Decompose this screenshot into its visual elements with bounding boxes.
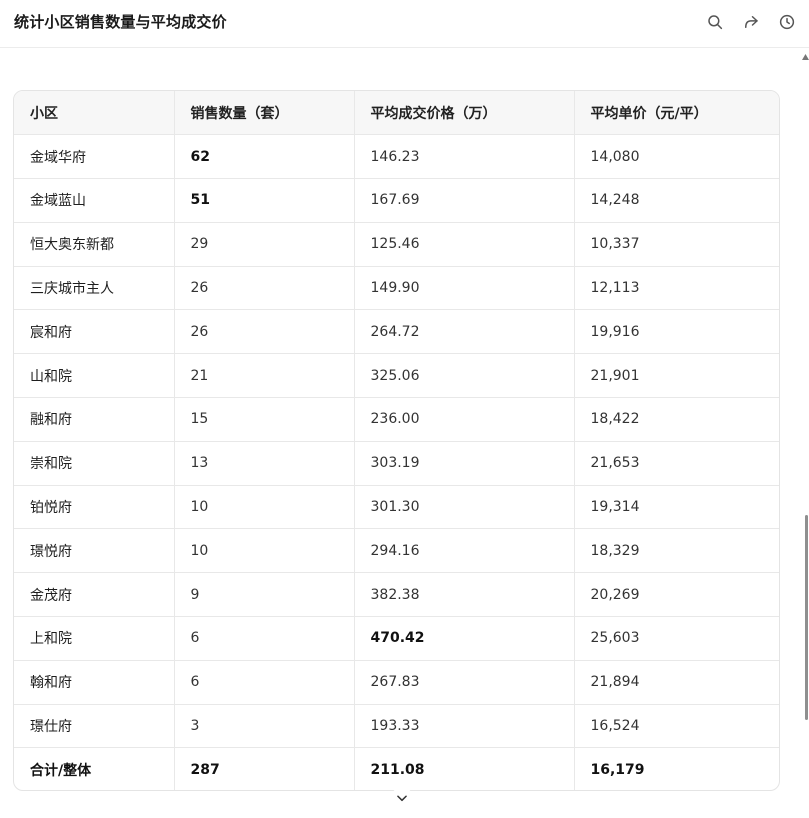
table-body: 金域华府 62 146.23 14,080 金域蓝山 51 167.69 14,248 恒大奥东… (14, 134, 779, 790)
table-row: 山和院 21 325.06 21,901 (14, 353, 779, 399)
table-cell-unit-price: 19,314 (574, 485, 779, 530)
table-cell-count: 10 (174, 528, 355, 574)
table-cell-unit-price: 12,113 (574, 266, 779, 311)
table-cell-unit-price: 14,080 (574, 134, 779, 180)
top-bar: 统计小区销售数量与平均成交价 (0, 0, 809, 48)
data-table-container: 小区 销售数量（套） 平均成交价格（万） 平均单价（元/平） 金域华府 62 146… (13, 90, 780, 791)
table-cell-unit-price: 14,248 (574, 178, 779, 223)
table-cell-unit-price: 18,329 (574, 528, 779, 574)
table-cell-name: 崇和院 (14, 441, 175, 486)
history-icon[interactable] (777, 12, 797, 32)
table-cell-avg-price: 294.16 (354, 528, 575, 574)
table-row: 金域华府 62 146.23 14,080 (14, 134, 779, 180)
table-cell-name: 宸和府 (14, 309, 175, 355)
table-cell-name: 三庆城市主人 (14, 266, 175, 311)
table-cell-unit-price: 21,653 (574, 441, 779, 486)
table-cell-name: 融和府 (14, 397, 175, 442)
table-cell-unit-price: 19,916 (574, 309, 779, 355)
table-cell-avg-price: 267.83 (354, 660, 575, 705)
table-cell-name: 山和院 (14, 353, 175, 399)
table-cell-unit-price: 10,337 (574, 222, 779, 267)
table-cell-count: 10 (174, 485, 355, 530)
table-row: 翰和府 6 267.83 21,894 (14, 660, 779, 705)
table-row: 金域蓝山 51 167.69 14,248 (14, 178, 779, 223)
table-cell-count: 62 (174, 134, 355, 180)
table-cell-name: 翰和府 (14, 660, 175, 705)
table-cell-unit-price: 21,894 (574, 660, 779, 705)
table-cell-avg-price: 125.46 (354, 222, 575, 267)
table-cell-name: 上和院 (14, 616, 175, 661)
table-cell-count: 3 (174, 704, 355, 749)
table-cell-unit-price: 20,269 (574, 572, 779, 618)
table-cell-avg-price: 167.69 (354, 178, 575, 223)
column-header: 平均单价（元/平） (574, 91, 779, 136)
total-cell-count: 287 (174, 747, 355, 790)
total-cell-name: 合计/整体 (14, 747, 175, 790)
table-cell-avg-price: 149.90 (354, 266, 575, 311)
table-cell-count: 6 (174, 616, 355, 661)
table-cell-name: 铂悦府 (14, 485, 175, 530)
expand-button[interactable] (391, 787, 413, 809)
scrollbar-thumb[interactable] (805, 515, 808, 720)
table-cell-name: 璟悦府 (14, 528, 175, 574)
table-header-row: 小区 销售数量（套） 平均成交价格（万） 平均单价（元/平） (14, 91, 779, 136)
chevron-down-icon (397, 795, 407, 802)
table-row: 崇和院 13 303.19 21,653 (14, 441, 779, 486)
table-cell-count: 21 (174, 353, 355, 399)
page-title: 统计小区销售数量与平均成交价 (14, 13, 227, 31)
table-total-row: 合计/整体 287 211.08 16,179 (14, 747, 779, 790)
table-cell-count: 6 (174, 660, 355, 705)
table-cell-count: 29 (174, 222, 355, 267)
table-cell-unit-price: 25,603 (574, 616, 779, 661)
table-row: 璟仕府 3 193.33 16,524 (14, 704, 779, 749)
table-cell-count: 13 (174, 441, 355, 486)
scrollbar-up-arrow[interactable] (802, 52, 809, 62)
table-row: 上和院 6 470.42 25,603 (14, 616, 779, 661)
table-cell-count: 9 (174, 572, 355, 618)
table-cell-count: 15 (174, 397, 355, 442)
table-cell-name: 璟仕府 (14, 704, 175, 749)
table-cell-avg-price: 146.23 (354, 134, 575, 180)
table-cell-unit-price: 16,524 (574, 704, 779, 749)
total-cell-avg-price: 211.08 (354, 747, 575, 790)
table-cell-avg-price: 301.30 (354, 485, 575, 530)
table-row: 三庆城市主人 26 149.90 12,113 (14, 266, 779, 311)
table-row: 铂悦府 10 301.30 19,314 (14, 485, 779, 530)
table-cell-count: 51 (174, 178, 355, 223)
table-cell-count: 26 (174, 309, 355, 355)
total-cell-unit-price: 16,179 (590, 762, 645, 779)
table-cell-avg-price: 193.33 (354, 704, 575, 749)
column-header: 销售数量（套） (174, 91, 355, 136)
share-icon[interactable] (741, 12, 761, 32)
table-cell-avg-price: 264.72 (354, 309, 575, 355)
table-row: 宸和府 26 264.72 19,916 (14, 309, 779, 355)
table-cell-name: 金域蓝山 (14, 178, 175, 223)
table-cell-avg-price: 236.00 (354, 397, 575, 442)
table-cell-name: 恒大奥东新都 (14, 222, 175, 267)
table-cell-avg-price: 382.38 (354, 572, 575, 618)
table-cell-avg-price: 325.06 (354, 353, 575, 399)
table-cell-count: 26 (174, 266, 355, 311)
column-header: 平均成交价格（万） (354, 91, 575, 136)
sales-table: 小区 销售数量（套） 平均成交价格（万） 平均单价（元/平） 金域华府 62 146… (14, 91, 779, 790)
table-cell-name: 金域华府 (14, 134, 175, 180)
table-cell-avg-price: 303.19 (354, 441, 575, 486)
table-row: 融和府 15 236.00 18,422 (14, 397, 779, 442)
table-cell-unit-price: 18,422 (574, 397, 779, 442)
table-cell-avg-price: 470.42 (354, 616, 575, 661)
table-row: 恒大奥东新都 29 125.46 10,337 (14, 222, 779, 267)
column-header: 小区 (14, 91, 175, 136)
table-cell-unit-price: 21,901 (574, 353, 779, 399)
search-icon[interactable] (705, 12, 725, 32)
table-row: 金茂府 9 382.38 20,269 (14, 572, 779, 618)
table-cell-name: 金茂府 (14, 572, 175, 618)
table-row: 璟悦府 10 294.16 18,329 (14, 528, 779, 574)
